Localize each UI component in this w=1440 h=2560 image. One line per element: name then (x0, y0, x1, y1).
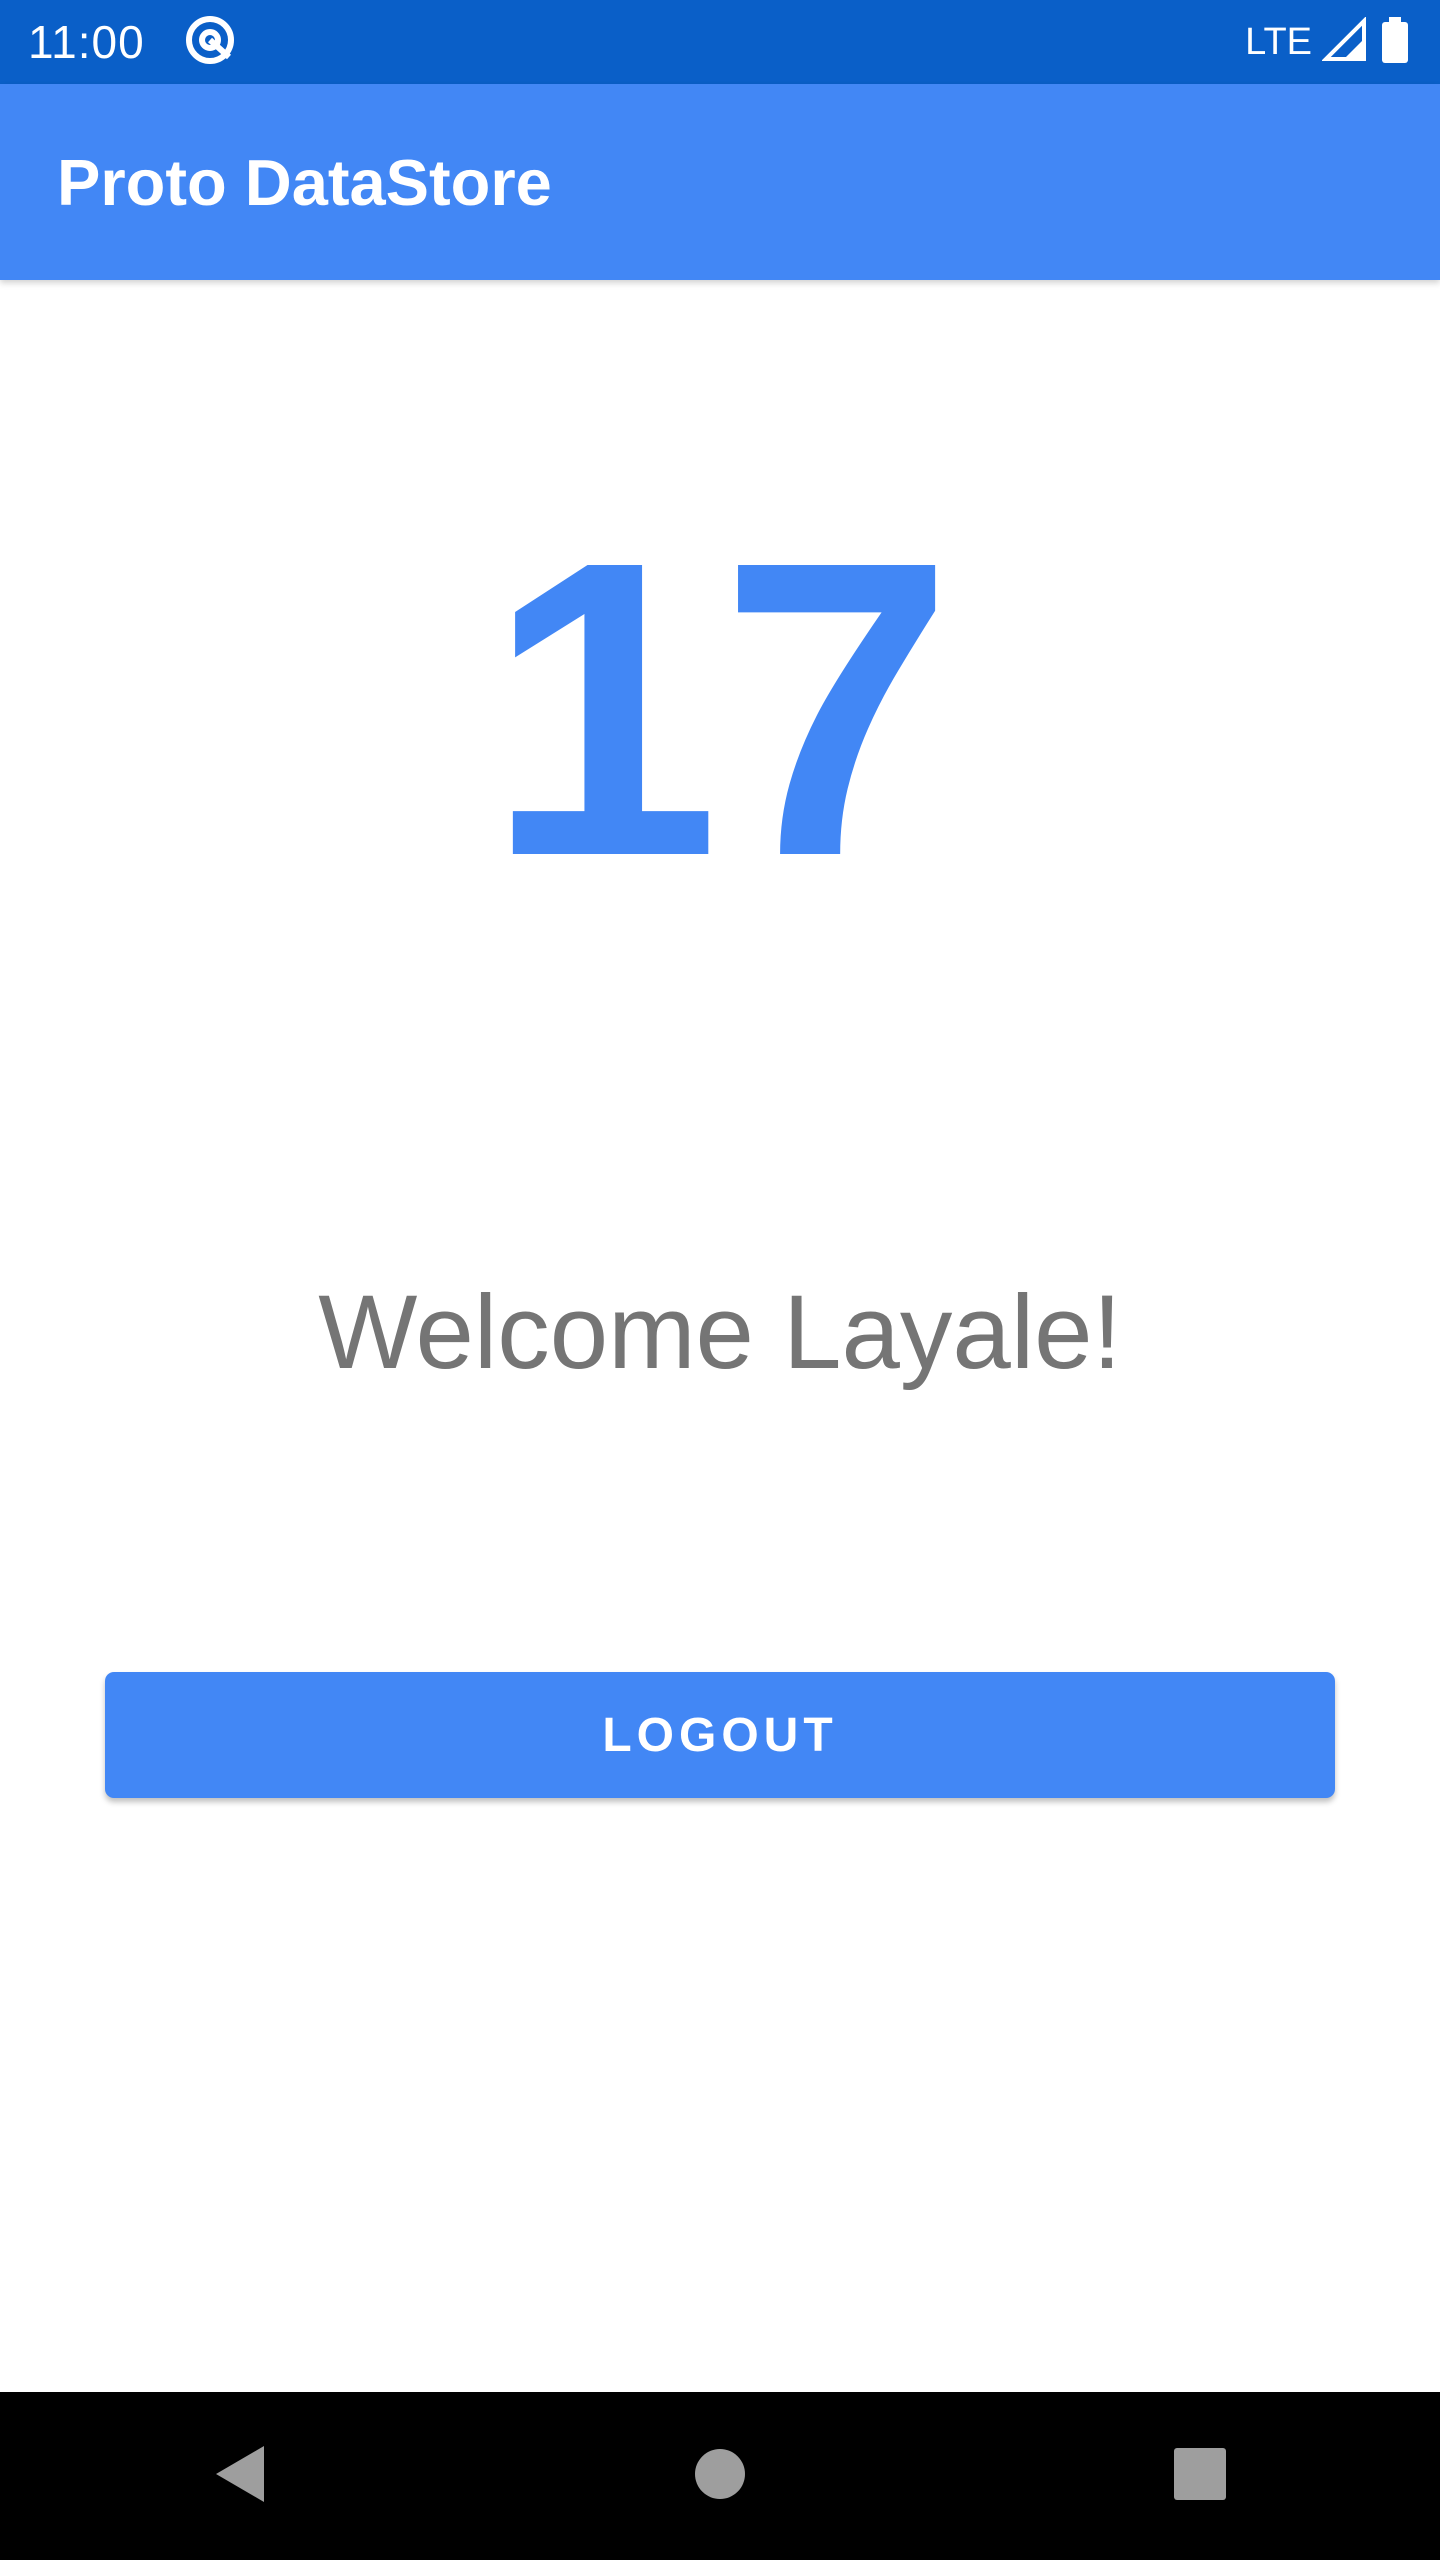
logout-button[interactable]: LOGOUT (105, 1672, 1335, 1798)
signal-icon (1321, 15, 1368, 68)
status-right: LTE (1245, 15, 1412, 69)
home-button[interactable] (660, 2416, 780, 2536)
status-bar: 11:00 LTE (0, 0, 1440, 84)
welcome-text: Welcome Layale! (318, 1274, 1122, 1391)
app-bar: Proto DataStore (0, 84, 1440, 280)
back-icon (212, 2444, 268, 2509)
recents-button[interactable] (1140, 2416, 1260, 2536)
navigation-bar (0, 2392, 1440, 2560)
recents-icon (1173, 2447, 1227, 2506)
counter-value: 17 (486, 475, 954, 944)
battery-icon (1378, 16, 1412, 69)
network-type: LTE (1245, 20, 1312, 63)
home-icon (693, 2447, 747, 2506)
at-sign-icon (183, 13, 237, 72)
app-title: Proto DataStore (57, 145, 552, 219)
status-time: 11:00 (28, 16, 145, 68)
back-button[interactable] (180, 2416, 300, 2536)
status-left: 11:00 (28, 13, 237, 72)
